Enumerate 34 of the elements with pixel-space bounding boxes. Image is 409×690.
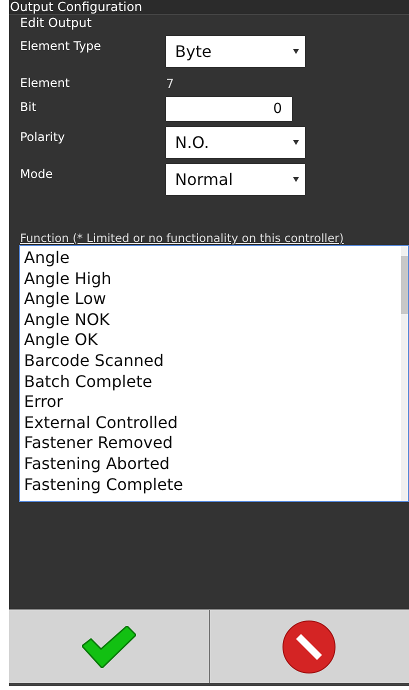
list-item[interactable]: Angle NOK bbox=[24, 310, 401, 330]
list-label: Function (* Limited or no functionality on this controller) bbox=[19, 231, 345, 245]
list-item[interactable]: Angle OK bbox=[24, 330, 401, 351]
field-label: Element Type bbox=[20, 38, 102, 53]
dropdown[interactable]: Byte bbox=[166, 36, 305, 67]
scrollbar[interactable] bbox=[401, 246, 408, 501]
function-listbox[interactable]: Angle Angle High Angle Low Angle NOK Angle OK Barcode Scanned Batch Complete Error External Controlled Fastener Removed Fastening Aborted Fastening Complete bbox=[19, 245, 409, 502]
caret-icon bbox=[293, 177, 299, 182]
ok-button[interactable] bbox=[9, 610, 210, 683]
list-item[interactable]: Error bbox=[24, 392, 401, 413]
dropdown[interactable]: Normal bbox=[166, 164, 305, 195]
group-legend: Edit Output bbox=[9, 15, 92, 30]
list-item[interactable]: External Controlled bbox=[24, 412, 401, 434]
list-item[interactable]: Barcode Scanned bbox=[24, 350, 401, 372]
list-item[interactable]: Fastening Aborted bbox=[24, 454, 401, 475]
caret-icon bbox=[293, 140, 299, 145]
cancel-button[interactable] bbox=[210, 610, 409, 683]
list-item[interactable]: Fastener Removed bbox=[24, 433, 401, 454]
caret-icon bbox=[293, 49, 299, 54]
dropdown[interactable]: N.O. bbox=[166, 127, 305, 158]
checkmark-icon bbox=[82, 626, 136, 668]
field-label: Mode bbox=[20, 166, 54, 181]
window-title: Output Configuration bbox=[9, 0, 144, 14]
list-item[interactable]: Fastening Complete bbox=[24, 474, 401, 496]
list-item[interactable]: Angle bbox=[24, 248, 401, 269]
list-item[interactable]: Angle Low bbox=[24, 289, 401, 310]
field-value: 7 bbox=[166, 75, 174, 91]
input-field[interactable]: 0 bbox=[166, 97, 292, 121]
field-label: Polarity bbox=[20, 129, 66, 144]
field-label: Bit bbox=[20, 99, 38, 114]
list-item[interactable]: Angle High bbox=[24, 268, 401, 290]
no-entry-icon bbox=[282, 620, 336, 674]
field-label: Element bbox=[20, 75, 71, 90]
list-item[interactable]: Batch Complete bbox=[24, 372, 401, 392]
